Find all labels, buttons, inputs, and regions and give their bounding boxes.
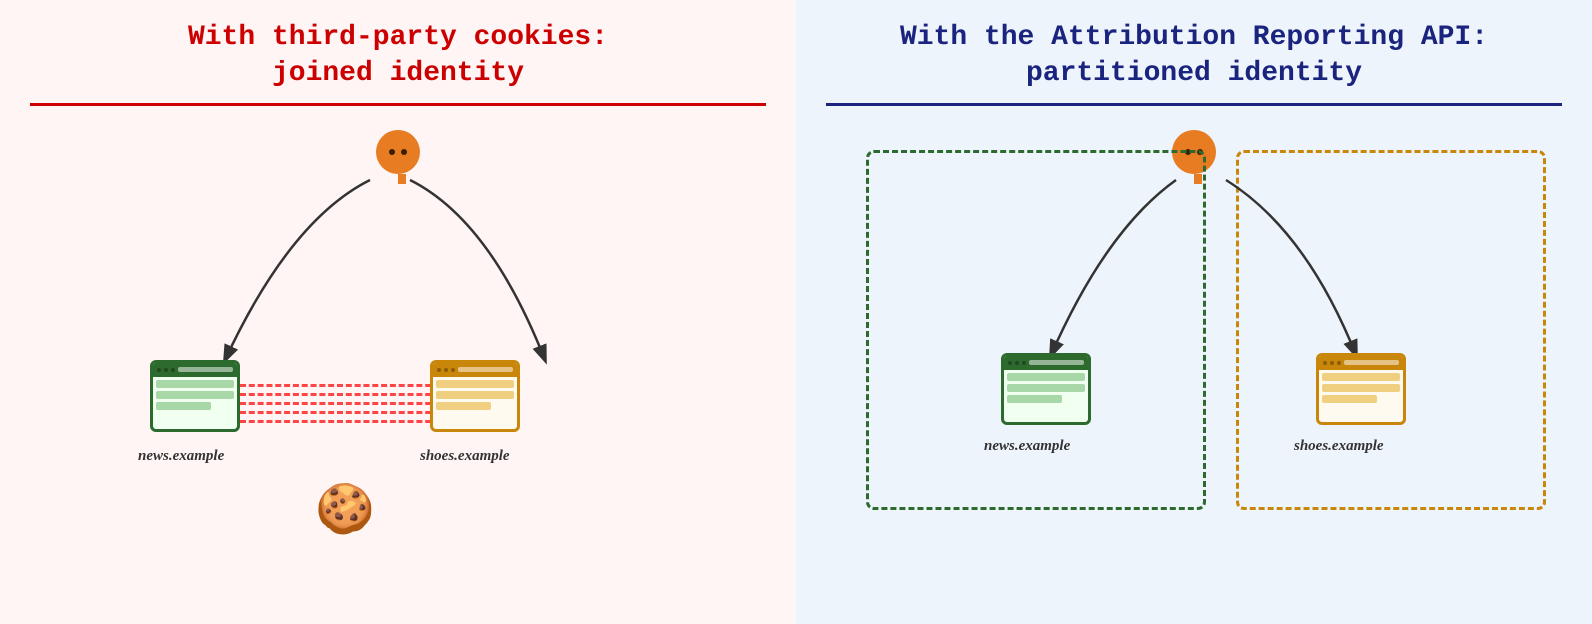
right-panel-title: With the Attribution Reporting API: part… [826, 20, 1562, 93]
browser-bar-shoes [433, 363, 517, 377]
right-diagram: news.example shoes.example [826, 120, 1562, 604]
news-label-left: news.example [138, 448, 224, 465]
orange-partition-box [1236, 150, 1546, 510]
green-partition-box [866, 150, 1206, 510]
shoes-browser-right [1316, 353, 1406, 425]
cookie-connection [240, 384, 440, 423]
news-browser-right [1001, 353, 1091, 425]
shoes-browser-left [430, 360, 520, 432]
shoes-label-right: shoes.example [1294, 438, 1384, 455]
news-label-right: news.example [984, 438, 1070, 455]
right-panel: With the Attribution Reporting API: part… [796, 0, 1592, 624]
cookie-icon: 🍪 [315, 480, 375, 537]
person-head-left [376, 130, 420, 174]
left-divider [30, 103, 766, 106]
person-left [376, 130, 428, 182]
browser-bar [153, 363, 237, 377]
left-arrows [30, 120, 766, 604]
left-diagram: 🍪 news.example shoes.example [30, 120, 766, 604]
left-panel-title: With third-party cookies: joined identit… [30, 20, 766, 93]
person-neck-left [398, 174, 406, 184]
right-divider [826, 103, 1562, 106]
news-browser-left [150, 360, 240, 432]
left-panel: With third-party cookies: joined identit… [0, 0, 796, 624]
shoes-label-left: shoes.example [420, 448, 510, 465]
